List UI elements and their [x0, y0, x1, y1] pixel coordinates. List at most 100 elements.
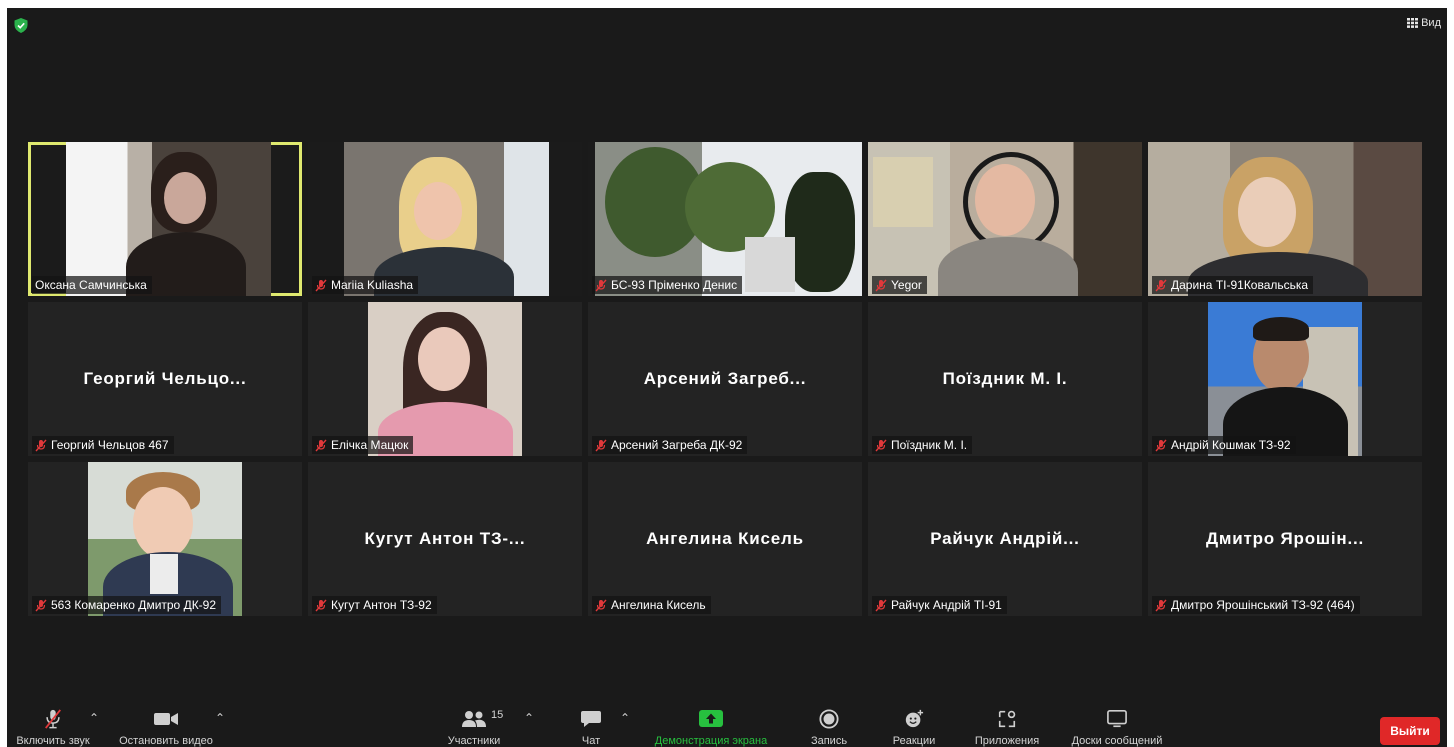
- participant-name: 563 Комаренко Дмитро ДК-92: [51, 598, 217, 612]
- reactions-button[interactable]: Реакции: [883, 699, 945, 747]
- muted-mic-icon: [1155, 599, 1167, 611]
- participant-name: БС-93 Пріменко Денис: [611, 278, 738, 292]
- record-button[interactable]: Запись: [801, 699, 857, 747]
- muted-mic-icon: [35, 599, 47, 611]
- muted-mic-icon: [875, 599, 887, 611]
- chat-label: Чат: [581, 735, 601, 747]
- muted-mic-icon: [315, 279, 327, 291]
- meeting-toolbar: Включить звук ⌃ Остановить видео ⌃ Участ…: [7, 699, 1447, 747]
- zoom-window: Вид Оксана Самчинська Mariia Kuliasha БС…: [7, 8, 1447, 747]
- muted-mic-icon: [595, 439, 607, 451]
- encryption-shield-icon[interactable]: [14, 18, 28, 33]
- muted-mic-icon: [1155, 439, 1167, 451]
- muted-mic-icon: [1155, 279, 1167, 291]
- participant-tile[interactable]: БС-93 Пріменко Денис: [588, 142, 862, 296]
- participant-name-tag: Кугут Антон ТЗ-92: [312, 596, 437, 614]
- participant-tile[interactable]: Елічка Мацюк: [308, 302, 582, 456]
- apps-label: Приложения: [974, 735, 1040, 747]
- participant-video: [1148, 142, 1422, 296]
- view-button[interactable]: Вид: [1407, 17, 1441, 29]
- participant-name-tag: БС-93 Пріменко Денис: [592, 276, 743, 294]
- participants-label: Участники: [447, 735, 501, 747]
- participants-count: 15: [491, 709, 504, 721]
- participant-video: [344, 142, 549, 296]
- chat-icon: [581, 711, 601, 727]
- participant-video: [868, 142, 1142, 296]
- participant-tile[interactable]: Yegor: [868, 142, 1142, 296]
- stop-video-label: Остановить видео: [119, 735, 213, 747]
- participant-name-tag: Оксана Самчинська: [32, 276, 152, 294]
- participant-name-tag: Mariia Kuliasha: [312, 276, 419, 294]
- participant-name: Поїздник М. І.: [891, 438, 968, 452]
- participant-name: Оксана Самчинська: [35, 278, 147, 292]
- emoji-reaction-icon: [905, 709, 924, 728]
- participant-tile[interactable]: Оксана Самчинська: [28, 142, 302, 296]
- participant-tile[interactable]: Георгий Чельцо... Георгий Чельцов 467: [28, 302, 302, 456]
- participant-display-name: Георгий Чельцо...: [83, 369, 247, 388]
- participant-name-tag: Елічка Мацюк: [312, 436, 414, 454]
- leave-meeting-button[interactable]: Выйти: [1380, 717, 1440, 745]
- whiteboard-label: Доски сообщений: [1071, 735, 1163, 747]
- reactions-label: Реакции: [892, 735, 936, 747]
- audio-options-chevron-icon[interactable]: ⌃: [89, 711, 99, 725]
- stop-video-button[interactable]: Остановить видео: [111, 699, 221, 747]
- muted-microphone-icon: [45, 709, 61, 729]
- participant-name-tag: 563 Комаренко Дмитро ДК-92: [32, 596, 222, 614]
- unmute-button[interactable]: Включить звук: [7, 699, 99, 747]
- participant-tile[interactable]: Дарина ТІ-91Ковальська: [1148, 142, 1422, 296]
- participant-video: [595, 142, 862, 296]
- participants-options-chevron-icon[interactable]: ⌃: [524, 711, 534, 725]
- participant-name: Ангелина Кисель: [611, 598, 706, 612]
- record-icon: [819, 709, 839, 729]
- chat-button[interactable]: Чат: [567, 699, 615, 747]
- participant-avatar-photo: [1208, 302, 1362, 456]
- participant-tile[interactable]: Райчук Андрій... Райчук Андрій ТІ-91: [868, 462, 1142, 616]
- participant-tile[interactable]: Дмитро Ярошін... Дмитро Ярошінський ТЗ-9…: [1148, 462, 1422, 616]
- participant-tile[interactable]: Mariia Kuliasha: [308, 142, 582, 296]
- participant-tile[interactable]: Андрій Кошмак ТЗ-92: [1148, 302, 1422, 456]
- share-screen-button[interactable]: Демонстрация экрана: [643, 699, 779, 747]
- participant-name-tag: Поїздник М. І.: [872, 436, 973, 454]
- participant-name-tag: Ангелина Кисель: [592, 596, 711, 614]
- participant-name: Георгий Чельцов 467: [51, 438, 169, 452]
- participant-name: Арсений Загреба ДК-92: [611, 438, 743, 452]
- muted-mic-icon: [875, 279, 887, 291]
- participant-name-tag: Арсений Загреба ДК-92: [592, 436, 748, 454]
- video-camera-icon: [154, 713, 178, 725]
- whiteboard-button[interactable]: Доски сообщений: [1059, 699, 1175, 747]
- participant-display-name: Арсений Загреб...: [643, 369, 807, 388]
- participant-name: Yegor: [891, 278, 922, 292]
- grid-view-icon: [1407, 18, 1419, 28]
- unmute-label: Включить звук: [16, 735, 90, 747]
- participant-tile[interactable]: Поїздник М. І. Поїздник М. І.: [868, 302, 1142, 456]
- muted-mic-icon: [315, 439, 327, 451]
- participant-name-tag: Дарина ТІ-91Ковальська: [1152, 276, 1314, 294]
- participant-tile[interactable]: Арсений Загреб... Арсений Загреба ДК-92: [588, 302, 862, 456]
- participant-name: Mariia Kuliasha: [331, 278, 414, 292]
- muted-mic-icon: [875, 439, 887, 451]
- chat-options-chevron-icon[interactable]: ⌃: [620, 711, 630, 725]
- participant-avatar-photo: [88, 462, 242, 616]
- apps-button[interactable]: Приложения: [963, 699, 1051, 747]
- participant-name: Андрій Кошмак ТЗ-92: [1171, 438, 1291, 452]
- participant-name: Кугут Антон ТЗ-92: [331, 598, 432, 612]
- view-label: Вид: [1421, 17, 1441, 29]
- share-screen-label: Демонстрация экрана: [654, 735, 768, 747]
- video-options-chevron-icon[interactable]: ⌃: [215, 711, 225, 725]
- participant-name-tag: Георгий Чельцов 467: [32, 436, 174, 454]
- participant-name: Райчук Андрій ТІ-91: [891, 598, 1002, 612]
- whiteboard-icon: [1107, 710, 1127, 728]
- participant-tile[interactable]: 563 Комаренко Дмитро ДК-92: [28, 462, 302, 616]
- participant-tile[interactable]: Ангелина Кисель Ангелина Кисель: [588, 462, 862, 616]
- participants-button[interactable]: Участники: [439, 699, 509, 747]
- participant-name-tag: Yegor: [872, 276, 927, 294]
- record-label: Запись: [810, 735, 848, 747]
- participant-video: [66, 142, 271, 296]
- participant-display-name: Поїздник М. І.: [942, 369, 1068, 388]
- participant-name-tag: Дмитро Ярошінський ТЗ-92 (464): [1152, 596, 1360, 614]
- participant-name: Дмитро Ярошінський ТЗ-92 (464): [1171, 598, 1355, 612]
- participant-display-name: Дмитро Ярошін...: [1205, 529, 1365, 548]
- participant-name-tag: Андрій Кошмак ТЗ-92: [1152, 436, 1296, 454]
- participant-display-name: Райчук Андрій...: [930, 529, 1080, 548]
- participant-tile[interactable]: Кугут Антон ТЗ-... Кугут Антон ТЗ-92: [308, 462, 582, 616]
